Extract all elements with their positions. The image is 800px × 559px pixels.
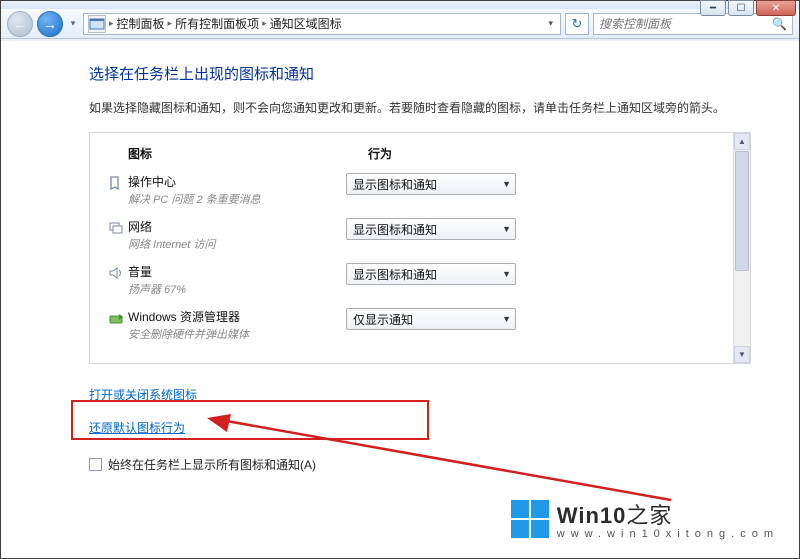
scrollbar[interactable]: ▲ ▼ [733, 133, 750, 363]
select-value: 仅显示通知 [353, 311, 413, 328]
list-item: 网络 网络 Internet 访问 显示图标和通知 ▼ [104, 215, 726, 260]
item-desc: 扬声器 67% [128, 281, 346, 297]
select-value: 显示图标和通知 [353, 221, 437, 238]
chevron-right-icon: ▸ [262, 18, 267, 29]
watermark-url: www.win10xitong.com [557, 528, 779, 540]
navbar: ← → ▾ ▸ 控制面板 ▸ 所有控制面板项 ▸ 通知区域图标 ▾ [1, 9, 799, 39]
control-panel-icon [88, 15, 106, 33]
arrow-left-icon: ← [13, 16, 27, 32]
watermark-brand: Win10之家 [557, 498, 779, 530]
breadcrumb[interactable]: ▸ 通知区域图标 [262, 15, 342, 32]
close-button[interactable]: ✕ [756, 0, 796, 16]
address-bar[interactable]: ▸ 控制面板 ▸ 所有控制面板项 ▸ 通知区域图标 ▾ [83, 13, 561, 35]
always-show-checkbox[interactable] [89, 458, 102, 471]
action-center-icon [104, 173, 128, 191]
chevron-down-icon: ▼ [502, 314, 511, 324]
select-value: 显示图标和通知 [353, 176, 437, 193]
scroll-down-button[interactable]: ▼ [734, 346, 750, 363]
chevron-down-icon: ▼ [502, 179, 511, 189]
breadcrumb[interactable]: ▸ 控制面板 [109, 15, 165, 32]
breadcrumb[interactable]: ▸ 所有控制面板项 [168, 15, 260, 32]
list-item: 音量 扬声器 67% 显示图标和通知 ▼ [104, 260, 726, 305]
item-name: 操作中心 [128, 173, 346, 190]
refresh-button[interactable]: ↻ [565, 13, 589, 35]
item-desc: 解决 PC 问题 2 条重要消息 [128, 191, 346, 207]
links-area: 打开或关闭系统图标 还原默认图标行为 [89, 380, 751, 442]
nav-back-button[interactable]: ← [7, 11, 33, 37]
page-title: 选择在任务栏上出现的图标和通知 [89, 63, 751, 84]
behavior-select[interactable]: 显示图标和通知 ▼ [346, 218, 516, 240]
network-icon [104, 218, 128, 236]
scroll-thumb[interactable] [735, 151, 749, 271]
maximize-button[interactable]: ☐ [728, 0, 754, 16]
item-name: 网络 [128, 218, 346, 235]
breadcrumb-label: 所有控制面板项 [175, 15, 259, 32]
toggle-system-icons-link[interactable]: 打开或关闭系统图标 [89, 386, 197, 403]
watermark: Win10之家 www.win10xitong.com [511, 498, 779, 540]
icon-list: 图标 行为 操作中心 解决 PC 问题 2 条重要消息 显示图标和通知 [89, 132, 751, 364]
content-area: 选择在任务栏上出现的图标和通知 如果选择隐藏图标和通知，则不会向您通知更改和更新… [1, 41, 799, 558]
chevron-down-icon: ▼ [502, 269, 511, 279]
behavior-select[interactable]: 显示图标和通知 ▼ [346, 173, 516, 195]
item-desc: 网络 Internet 访问 [128, 236, 346, 252]
always-show-label: 始终在任务栏上显示所有图标和通知(A) [108, 456, 316, 473]
behavior-select[interactable]: 显示图标和通知 ▼ [346, 263, 516, 285]
chevron-down-icon: ▾ [71, 18, 76, 29]
window-frame: ━ ☐ ✕ ← → ▾ ▸ 控制面板 ▸ 所有控制面板项 ▸ [0, 0, 800, 559]
chevron-right-icon: ▸ [168, 18, 173, 29]
chevron-right-icon: ▸ [109, 18, 114, 29]
search-input[interactable] [599, 17, 772, 31]
list-header: 图标 行为 [104, 141, 726, 170]
list-inner: 图标 行为 操作中心 解决 PC 问题 2 条重要消息 显示图标和通知 [90, 133, 750, 358]
always-show-row: 始终在任务栏上显示所有图标和通知(A) [89, 456, 751, 473]
page-description: 如果选择隐藏图标和通知，则不会向您通知更改和更新。若要随时查看隐藏的图标，请单击… [89, 98, 751, 118]
breadcrumb-label: 通知区域图标 [270, 15, 342, 32]
minimize-button[interactable]: ━ [700, 0, 726, 16]
nav-forward-button[interactable]: → [37, 11, 63, 37]
column-header-icon: 图标 [128, 145, 368, 162]
refresh-icon: ↻ [572, 16, 583, 32]
item-name: 音量 [128, 263, 346, 280]
scroll-up-button[interactable]: ▲ [734, 133, 750, 150]
behavior-select[interactable]: 仅显示通知 ▼ [346, 308, 516, 330]
windows-logo-icon [511, 500, 549, 538]
select-value: 显示图标和通知 [353, 266, 437, 283]
item-name: Windows 资源管理器 [128, 308, 346, 325]
list-item: Windows 资源管理器 安全删除硬件并弹出媒体 仅显示通知 ▼ [104, 305, 726, 350]
nav-history-dropdown[interactable]: ▾ [67, 12, 79, 36]
arrow-right-icon: → [43, 16, 57, 32]
list-item: 操作中心 解决 PC 问题 2 条重要消息 显示图标和通知 ▼ [104, 170, 726, 215]
volume-icon [104, 263, 128, 281]
column-header-behavior: 行为 [368, 145, 726, 162]
titlebar [1, 1, 799, 9]
address-dropdown[interactable]: ▾ [545, 18, 556, 29]
breadcrumb-label: 控制面板 [117, 15, 165, 32]
item-desc: 安全删除硬件并弹出媒体 [128, 326, 346, 342]
explorer-icon [104, 308, 128, 326]
restore-defaults-link[interactable]: 还原默认图标行为 [89, 419, 185, 436]
search-icon: 🔍 [772, 17, 787, 31]
chevron-down-icon: ▼ [502, 224, 511, 234]
window-controls: ━ ☐ ✕ [700, 0, 796, 16]
